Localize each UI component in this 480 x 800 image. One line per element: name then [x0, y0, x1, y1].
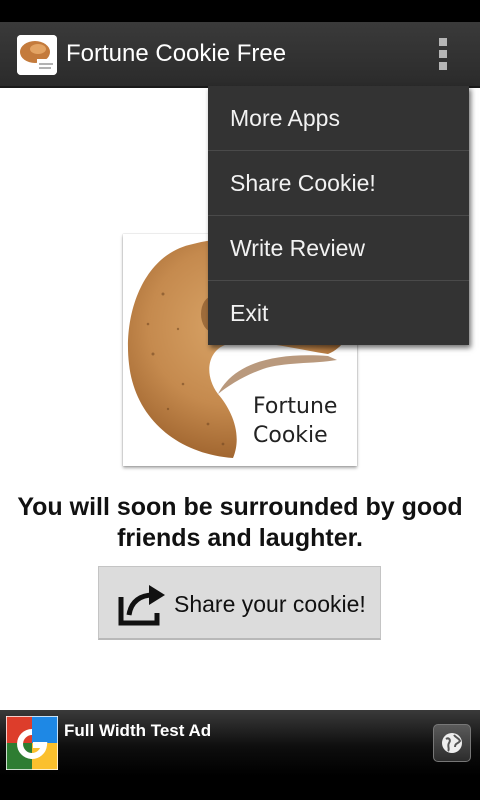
app-title: Fortune Cookie Free — [66, 40, 287, 67]
status-bar — [0, 0, 480, 22]
share-button-label: Share your cookie! — [174, 591, 366, 617]
overflow-menu-icon[interactable] — [430, 34, 456, 74]
cookie-caption: Fortune Cookie — [253, 392, 337, 450]
navigation-bar — [0, 776, 480, 800]
overflow-menu: More Apps Share Cookie! Write Review Exi… — [208, 86, 469, 345]
menu-item-more-apps[interactable]: More Apps — [208, 86, 469, 151]
menu-item-exit[interactable]: Exit — [208, 281, 469, 346]
ad-title: Full Width Test Ad — [64, 721, 212, 740]
action-bar: Fortune Cookie Free — [0, 22, 480, 88]
globe-icon[interactable] — [433, 724, 471, 762]
app-icon[interactable] — [17, 35, 57, 75]
google-logo-icon — [6, 716, 58, 770]
cookie-caption-line2: Cookie — [253, 423, 328, 448]
menu-item-write-review[interactable]: Write Review — [208, 216, 469, 281]
ad-banner[interactable]: Full Width Test Ad — [0, 710, 480, 776]
cookie-caption-line1: Fortune — [253, 394, 338, 419]
share-icon — [118, 585, 165, 626]
share-cookie-button[interactable]: Share your cookie! — [98, 566, 381, 640]
menu-item-share-cookie[interactable]: Share Cookie! — [208, 151, 469, 216]
fortune-message: You will soon be surrounded by good frie… — [17, 493, 463, 552]
